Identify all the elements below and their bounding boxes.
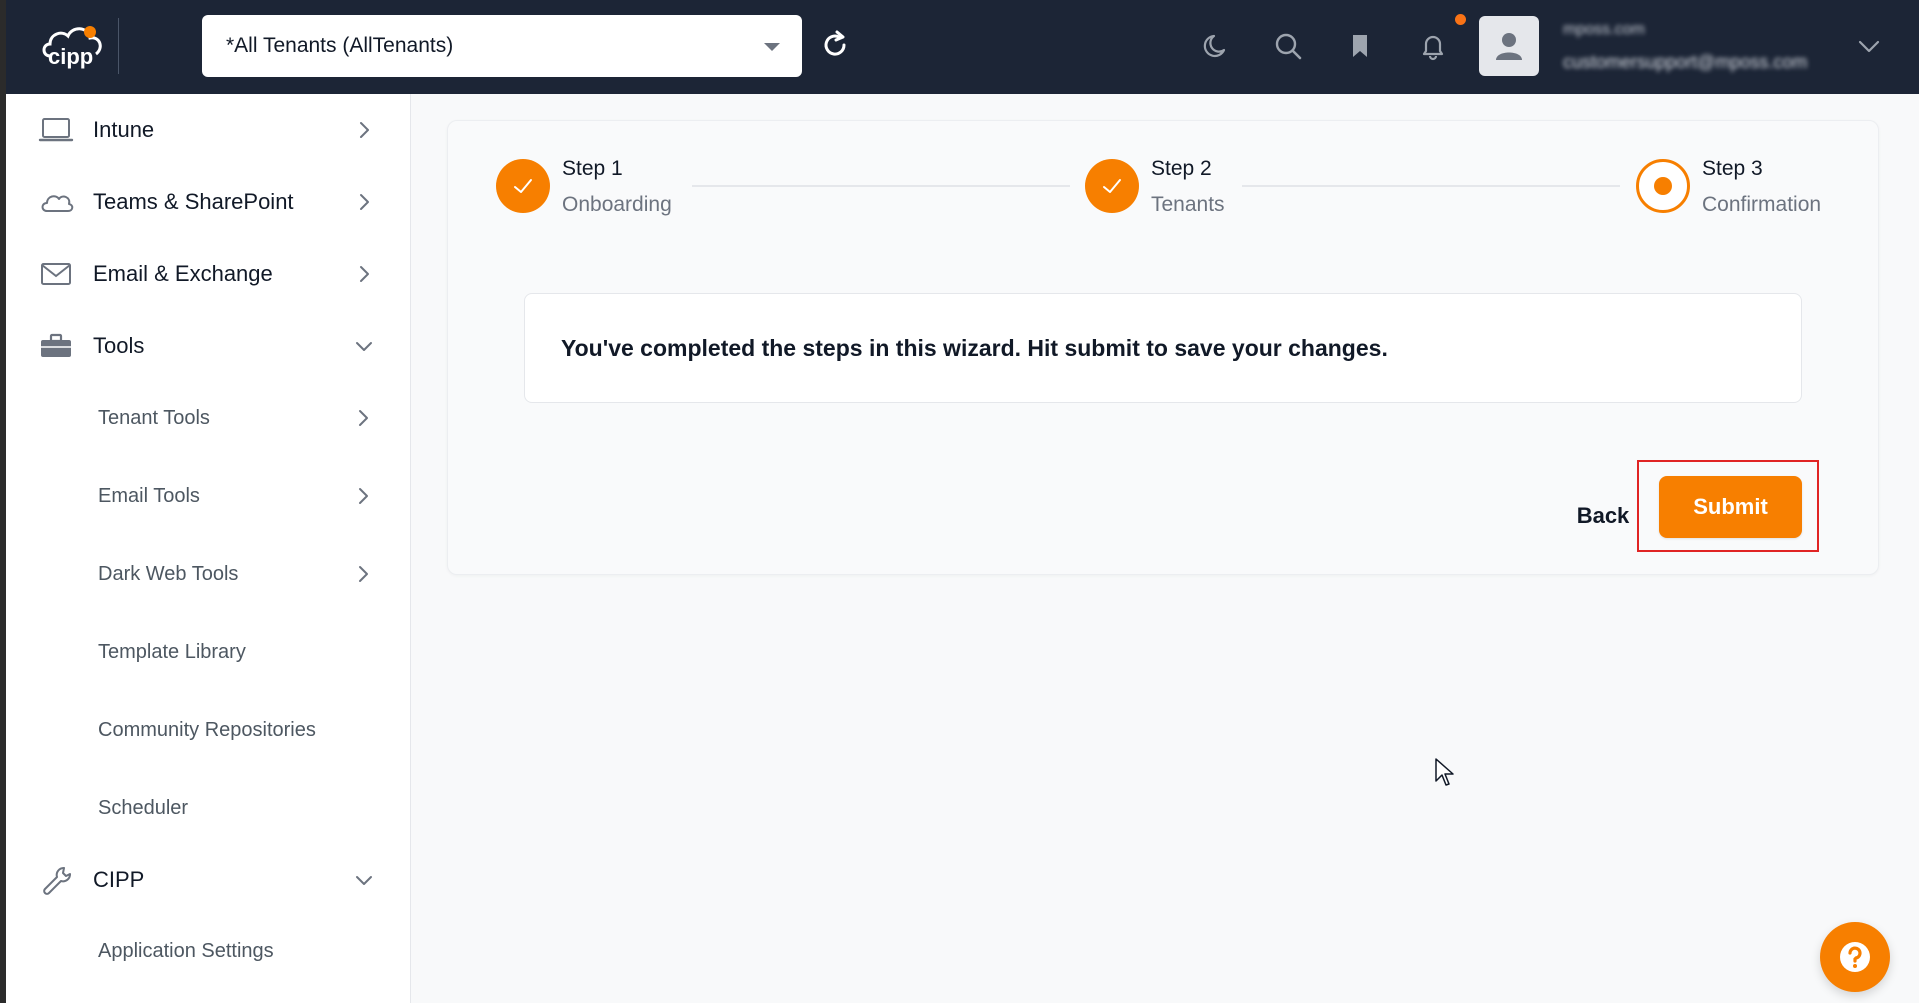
sidebar-subitem-label: Scheduler <box>98 796 189 819</box>
sidebar-subitem-community-repositories[interactable]: Community Repositories <box>6 702 410 758</box>
moon-icon[interactable] <box>1200 30 1232 62</box>
sidebar-item-cipp[interactable]: CIPP <box>6 850 410 910</box>
sidebar-subitem-dark-web-tools[interactable]: Dark Web Tools <box>6 546 410 602</box>
chevron-right-icon <box>359 410 368 426</box>
help-button[interactable] <box>1820 922 1890 992</box>
chevron-right-icon <box>360 194 369 210</box>
search-icon[interactable] <box>1272 30 1304 62</box>
sidebar-subitem-email-tools[interactable]: Email Tools <box>6 468 410 524</box>
help-icon <box>1840 942 1870 972</box>
sidebar-subitem-scheduler[interactable]: Scheduler <box>6 780 410 836</box>
step-connector <box>692 185 1070 187</box>
bell-icon[interactable] <box>1417 30 1449 62</box>
wrench-icon <box>43 867 71 895</box>
submit-button[interactable]: Submit <box>1659 476 1802 538</box>
tenant-selector[interactable]: *All Tenants (AllTenants) <box>202 15 802 77</box>
sidebar-item-tools[interactable]: Tools <box>6 316 410 376</box>
sidebar-subitem-label: Application Settings <box>98 939 274 962</box>
refresh-icon[interactable] <box>818 28 852 62</box>
sidebar-subitem-label: Tenant Tools <box>98 406 210 429</box>
step-3-indicator <box>1636 159 1690 213</box>
sidebar-subitem-label: Template Library <box>98 640 246 663</box>
step-1-title: Step 1 <box>562 157 623 180</box>
sidebar-subitem-label: Email Tools <box>98 484 200 507</box>
step-1-subtitle: Onboarding <box>562 193 672 216</box>
sidebar-item-label: Teams & SharePoint <box>93 189 294 214</box>
mail-icon <box>41 263 71 285</box>
sidebar-item-teams-sharepoint[interactable]: Teams & SharePoint <box>6 172 410 232</box>
step-1-indicator <box>496 159 550 213</box>
confirmation-message: You've completed the steps in this wizar… <box>561 334 1388 361</box>
chevron-right-icon <box>360 266 369 282</box>
step-2-title: Step 2 <box>1151 157 1212 180</box>
wizard-card: Step 1 Onboarding Step 2 Tenants Step 3 … <box>447 120 1879 575</box>
step-3-title: Step 3 <box>1702 157 1763 180</box>
chevron-down-icon <box>356 342 372 351</box>
sidebar-subitem-label: Dark Web Tools <box>98 562 239 585</box>
user-icon <box>1496 33 1522 60</box>
active-dot-icon <box>1654 177 1672 195</box>
sidebar-item-email-exchange[interactable]: Email & Exchange <box>6 244 410 304</box>
step-2-subtitle: Tenants <box>1151 193 1225 216</box>
sidebar-item-label: Intune <box>93 117 155 142</box>
bookmark-icon[interactable] <box>1344 30 1376 62</box>
tenant-selector-value: *All Tenants (AllTenants) <box>226 34 454 57</box>
svg-text:cipp: cipp <box>48 44 93 69</box>
user-name: mposs.com <box>1563 21 1645 38</box>
sidebar-item-label: Email & Exchange <box>93 261 273 286</box>
caret-down-icon <box>764 43 780 51</box>
sidebar-item-label: CIPP <box>93 867 145 892</box>
sidebar-subitem-application-settings[interactable]: Application Settings <box>6 923 410 979</box>
sidebar-subitem-template-library[interactable]: Template Library <box>6 624 410 680</box>
step-2-indicator <box>1085 159 1139 213</box>
chevron-right-icon <box>359 566 368 582</box>
step-connector <box>1242 185 1620 187</box>
sidebar-subitem-label: Community Repositories <box>98 718 316 741</box>
chevron-down-icon <box>356 876 372 885</box>
confirmation-message-box: You've completed the steps in this wizar… <box>524 293 1802 403</box>
cloud-icon <box>41 195 74 212</box>
check-icon <box>514 179 532 193</box>
mouse-cursor-icon <box>1435 758 1454 786</box>
sidebar: Intune Teams & SharePoint Email & Exchan… <box>6 94 411 1003</box>
laptop-icon <box>38 118 74 142</box>
notification-dot <box>1455 14 1466 25</box>
logo-divider <box>118 18 119 74</box>
sidebar-item-intune[interactable]: Intune <box>6 100 410 160</box>
top-bar: cipp *All Tenants (AllTenants) mposs.com… <box>6 0 1919 94</box>
toolbox-icon <box>41 333 71 357</box>
check-icon <box>1103 179 1121 193</box>
step-3-subtitle: Confirmation <box>1702 193 1822 216</box>
avatar[interactable] <box>1479 16 1539 76</box>
user-email: customersupport@mposs.com <box>1563 52 1808 72</box>
sidebar-subitem-tenant-tools[interactable]: Tenant Tools <box>6 390 410 446</box>
sidebar-item-label: Tools <box>93 333 145 358</box>
chevron-right-icon <box>359 488 368 504</box>
cipp-logo[interactable]: cipp <box>40 20 106 72</box>
chevron-down-icon[interactable] <box>1855 34 1883 58</box>
user-info[interactable]: mposs.com customersupport@mposs.com <box>1563 18 1833 74</box>
chevron-right-icon <box>360 122 369 138</box>
